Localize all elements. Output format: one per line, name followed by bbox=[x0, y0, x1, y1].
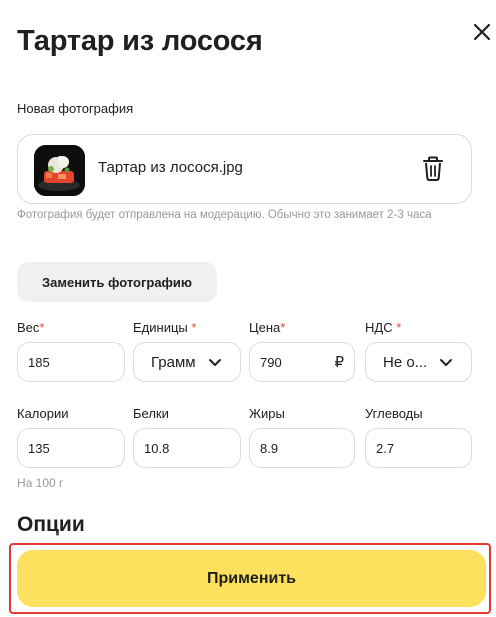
photo-section-label: Новая фотография bbox=[17, 101, 134, 116]
apply-button[interactable]: Применить bbox=[17, 550, 486, 607]
price-label: Цена* bbox=[249, 320, 286, 335]
protein-label: Белки bbox=[133, 406, 169, 421]
units-label: Единицы * bbox=[133, 320, 197, 335]
close-button[interactable] bbox=[470, 20, 494, 44]
required-mark: * bbox=[280, 320, 286, 335]
dialog-title: Тартар из лосося bbox=[17, 25, 263, 57]
weight-label: Вес* bbox=[17, 320, 45, 335]
currency-symbol: ₽ bbox=[334, 354, 344, 371]
required-mark: * bbox=[396, 320, 402, 335]
close-icon bbox=[473, 23, 491, 41]
vat-label: НДС * bbox=[365, 320, 402, 335]
price-input[interactable]: 790 ₽ bbox=[249, 342, 355, 382]
trash-icon bbox=[423, 156, 443, 181]
vat-select[interactable]: Не о... bbox=[365, 342, 472, 382]
moderation-hint: Фотография будет отправлена на модерацию… bbox=[17, 209, 432, 221]
delete-photo-button[interactable] bbox=[421, 156, 445, 182]
fat-input[interactable]: 8.9 bbox=[249, 428, 355, 468]
photo-file-card: Тартар из лосося.jpg bbox=[17, 134, 472, 204]
photo-thumbnail bbox=[34, 145, 85, 196]
required-mark: * bbox=[39, 320, 45, 335]
calories-label: Калории bbox=[17, 406, 69, 421]
required-mark: * bbox=[191, 320, 197, 335]
per-100g-note: На 100 г bbox=[17, 476, 64, 490]
calories-input[interactable]: 135 bbox=[17, 428, 125, 468]
protein-input[interactable]: 10.8 bbox=[133, 428, 241, 468]
photo-file-name: Тартар из лосося.jpg bbox=[98, 159, 243, 176]
carbs-input[interactable]: 2.7 bbox=[365, 428, 472, 468]
weight-input[interactable]: 185 bbox=[17, 342, 125, 382]
fat-label: Жиры bbox=[249, 406, 285, 421]
units-select[interactable]: Грамм bbox=[133, 342, 241, 382]
chevron-down-icon bbox=[209, 359, 221, 366]
carbs-label: Углеводы bbox=[365, 406, 423, 421]
replace-photo-button[interactable]: Заменить фотографию bbox=[17, 262, 217, 302]
chevron-down-icon bbox=[440, 359, 452, 366]
edit-dish-dialog: Тартар из лосося Новая фотография Тартар… bbox=[0, 0, 496, 617]
